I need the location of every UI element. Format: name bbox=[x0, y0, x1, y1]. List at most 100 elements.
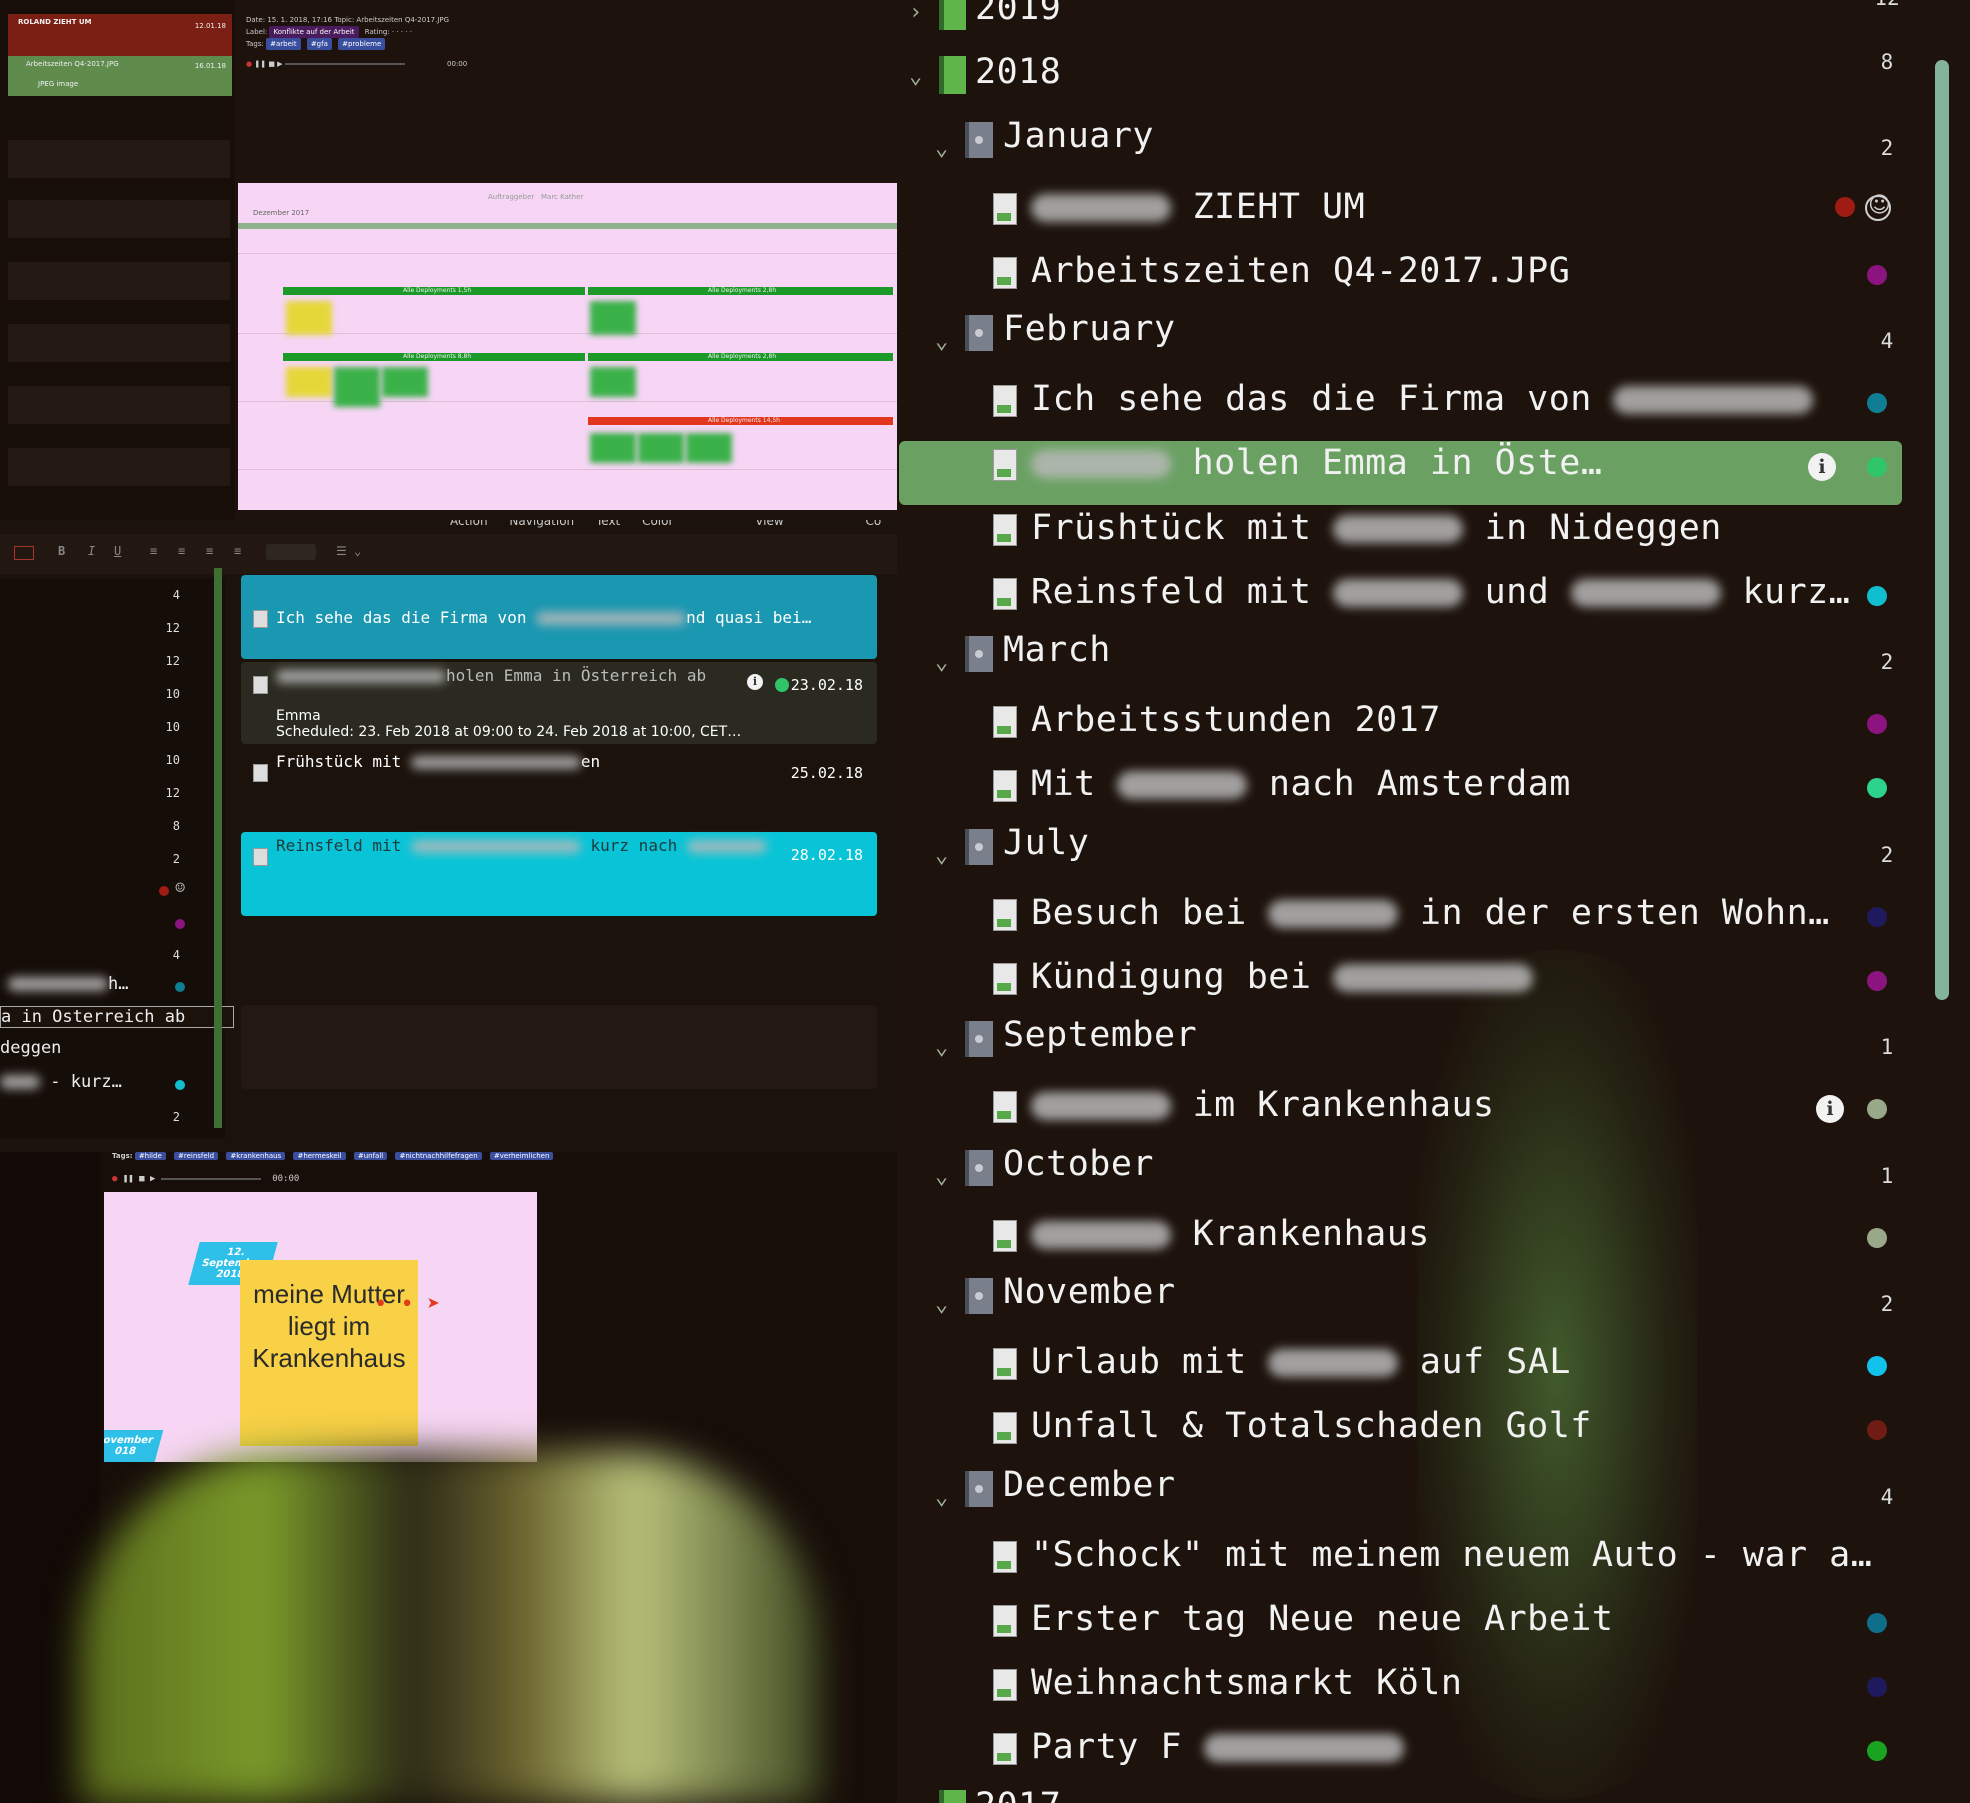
outline-entry-row[interactable]: im Krankenhaus i bbox=[897, 1071, 1897, 1135]
outline-month-row[interactable]: ⌄ November 2 bbox=[897, 1264, 1897, 1328]
record-icon[interactable]: ● bbox=[112, 1174, 117, 1184]
outline-entry-row[interactable]: Party F bbox=[897, 1713, 1897, 1777]
outline-month-row[interactable]: ⌄ February 4 bbox=[897, 301, 1897, 365]
list-item[interactable] bbox=[8, 448, 230, 486]
chevron-down-icon[interactable]: ⌄ bbox=[935, 843, 948, 868]
list-item[interactable] bbox=[8, 262, 230, 300]
outline-entry-row[interactable]: Früshtück mit in Nideggen bbox=[897, 494, 1897, 558]
entry-card-selected-red[interactable]: ROLAND ZIEHT UM 12.01.18 bbox=[8, 14, 232, 56]
outline-entry-row[interactable]: Arbeitszeiten Q4-2017.JPG bbox=[897, 237, 1897, 301]
tag-chip[interactable]: #hilde bbox=[134, 1152, 166, 1160]
overflow-text: deggen bbox=[0, 1038, 62, 1058]
outline-entry-row[interactable]: Kündigung bei bbox=[897, 943, 1897, 1007]
outline-entry-row[interactable]: ZIEHT UM bbox=[897, 173, 1897, 237]
info-icon[interactable]: i bbox=[747, 674, 763, 690]
font-size-stepper[interactable] bbox=[266, 544, 316, 560]
info-icon[interactable]: i bbox=[1816, 1095, 1844, 1124]
outline-month-row[interactable]: ⌄ January 2 bbox=[897, 108, 1897, 172]
chevron-down-icon[interactable]: ⌄ bbox=[909, 1798, 922, 1803]
rating-stars[interactable]: · · · · · bbox=[392, 28, 412, 36]
pause-icon[interactable]: ❚❚ bbox=[254, 60, 266, 68]
italic-button[interactable]: I bbox=[88, 544, 95, 558]
menu-item-text-color[interactable]: Text Color bbox=[596, 520, 673, 528]
outline-entry-row[interactable]: Mit nach Amsterdam bbox=[897, 750, 1897, 814]
timeline-card-empty[interactable] bbox=[241, 1005, 877, 1089]
chevron-down-icon[interactable]: ⌄ bbox=[909, 64, 922, 89]
stop-icon[interactable]: ■ bbox=[268, 60, 275, 68]
tag-chip[interactable]: #verheimlichen bbox=[489, 1152, 554, 1160]
timeline-card[interactable]: Reinsfeld mit kurz nach 28.02.18 bbox=[241, 832, 877, 916]
tag-chip[interactable]: #unfall bbox=[353, 1152, 388, 1160]
outline-month-row[interactable]: ⌄ October 1 bbox=[897, 1136, 1897, 1200]
stop-icon[interactable]: ■ bbox=[139, 1174, 144, 1184]
outline-year-row[interactable]: ⌄ 2017 bbox=[897, 1778, 1897, 1803]
align-left-icon[interactable]: ≡ bbox=[150, 544, 157, 558]
outline-entry-row[interactable]: Weihnachtsmarkt Köln bbox=[897, 1649, 1897, 1713]
align-right-icon[interactable]: ≡ bbox=[206, 544, 213, 558]
menu-item-view[interactable]: View bbox=[755, 520, 783, 528]
outline-month-row[interactable]: ⌄ March 2 bbox=[897, 622, 1897, 686]
justify-icon[interactable]: ≡ bbox=[234, 544, 241, 558]
pause-icon[interactable]: ❚❚ bbox=[123, 1174, 134, 1184]
outline-entry-row[interactable]: Unfall & Totalschaden Golf bbox=[897, 1392, 1897, 1456]
outline-year-row[interactable]: ›201912 bbox=[897, 0, 1900, 44]
outline-row-title: Arbeitsstunden 2017 bbox=[1031, 700, 1441, 740]
tag-chip[interactable]: #probleme bbox=[338, 38, 386, 50]
tag-chip[interactable]: #reinsfeld bbox=[174, 1152, 219, 1160]
scrollbar[interactable] bbox=[1935, 60, 1949, 1000]
list-item[interactable] bbox=[8, 200, 230, 238]
outline-entry-row[interactable]: holen Emma in Öste… i bbox=[897, 429, 1902, 506]
playback-slider[interactable] bbox=[284, 63, 405, 65]
outline-entry-row[interactable]: "Schock" mit meinem neuem Auto - war a… bbox=[897, 1521, 1897, 1585]
chevron-down-icon[interactable]: ⌄ bbox=[935, 1292, 948, 1317]
menu-item-navigation[interactable]: Navigation bbox=[509, 520, 574, 528]
label-chip[interactable]: Konflikte auf der Arbeit bbox=[269, 26, 359, 38]
list-style-icon[interactable]: ☰ ⌄ bbox=[336, 544, 361, 558]
chevron-right-icon[interactable]: › bbox=[909, 0, 922, 25]
list-item[interactable] bbox=[8, 324, 230, 362]
color-swatch-icon[interactable] bbox=[14, 546, 34, 560]
chevron-down-icon[interactable]: ⌄ bbox=[935, 650, 948, 675]
tag-chip[interactable]: #hermeskeil bbox=[293, 1152, 346, 1160]
outline-entry-row[interactable]: Urlaub mit auf SAL bbox=[897, 1328, 1897, 1392]
outline-row-title: 2019 bbox=[975, 0, 1061, 28]
bold-button[interactable]: B bbox=[58, 544, 65, 558]
outline-entry-row[interactable]: Ich sehe das die Firma von bbox=[897, 365, 1897, 429]
document-icon bbox=[993, 963, 1017, 995]
tag-chip[interactable]: #nichtnachhilfefragen bbox=[395, 1152, 482, 1160]
timeline-card-expanded[interactable]: holen Emma in Österreich ab i 23.02.18 E… bbox=[241, 662, 877, 744]
tag-chip[interactable]: #gfa bbox=[306, 38, 332, 50]
list-item[interactable] bbox=[8, 140, 230, 178]
chevron-down-icon[interactable]: ⌄ bbox=[935, 136, 948, 161]
outline-entry-row[interactable]: Erster tag Neue neue Arbeit bbox=[897, 1585, 1897, 1649]
chevron-down-icon[interactable]: ⌄ bbox=[935, 1035, 948, 1060]
tag-chip[interactable]: #krankenhaus bbox=[226, 1152, 286, 1160]
list-item[interactable] bbox=[8, 386, 230, 424]
play-icon[interactable]: ▶ bbox=[277, 60, 282, 68]
record-icon[interactable]: ● bbox=[246, 60, 252, 68]
tag-chip[interactable]: #arbeit bbox=[266, 38, 301, 50]
outline-year-row[interactable]: ⌄ 2018 8 bbox=[897, 44, 1897, 108]
chevron-down-icon[interactable]: ⌄ bbox=[935, 1485, 948, 1510]
entry-card-green[interactable]: Arbeitszeiten Q4-2017.JPG 16.01.18 JPEG … bbox=[8, 56, 232, 96]
outline-entry-row[interactable]: Besuch bei in der ersten Wohn… bbox=[897, 879, 1897, 943]
outline-month-row[interactable]: ⌄ December 4 bbox=[897, 1457, 1897, 1521]
play-icon[interactable]: ▶ bbox=[150, 1174, 155, 1184]
timeline-card[interactable]: Frühstück mit en 25.02.18 bbox=[241, 746, 877, 816]
calendar-thumbnail bbox=[334, 367, 380, 407]
menu-item-more[interactable]: Co bbox=[866, 520, 882, 528]
outline-month-row[interactable]: ⌄ September 1 bbox=[897, 1007, 1897, 1071]
timeline-card[interactable]: Ich sehe das die Firma von nd quasi bei… bbox=[241, 575, 877, 659]
align-center-icon[interactable]: ≡ bbox=[178, 544, 185, 558]
chevron-down-icon[interactable]: ⌄ bbox=[935, 1164, 948, 1189]
document-icon bbox=[253, 848, 268, 866]
chevron-down-icon[interactable]: ⌄ bbox=[935, 329, 948, 354]
outline-entry-row[interactable]: Reinsfeld mit und kurz… bbox=[897, 558, 1897, 622]
playback-slider[interactable] bbox=[160, 1177, 261, 1180]
outline-entry-row[interactable]: Krankenhaus bbox=[897, 1200, 1897, 1264]
menu-item-action[interactable]: Action bbox=[450, 520, 488, 528]
outline-entry-row[interactable]: Arbeitsstunden 2017 bbox=[897, 686, 1897, 750]
outline-month-row[interactable]: ⌄ July 2 bbox=[897, 815, 1897, 879]
splitter-bar[interactable] bbox=[214, 568, 222, 1128]
underline-button[interactable]: U bbox=[114, 544, 121, 558]
